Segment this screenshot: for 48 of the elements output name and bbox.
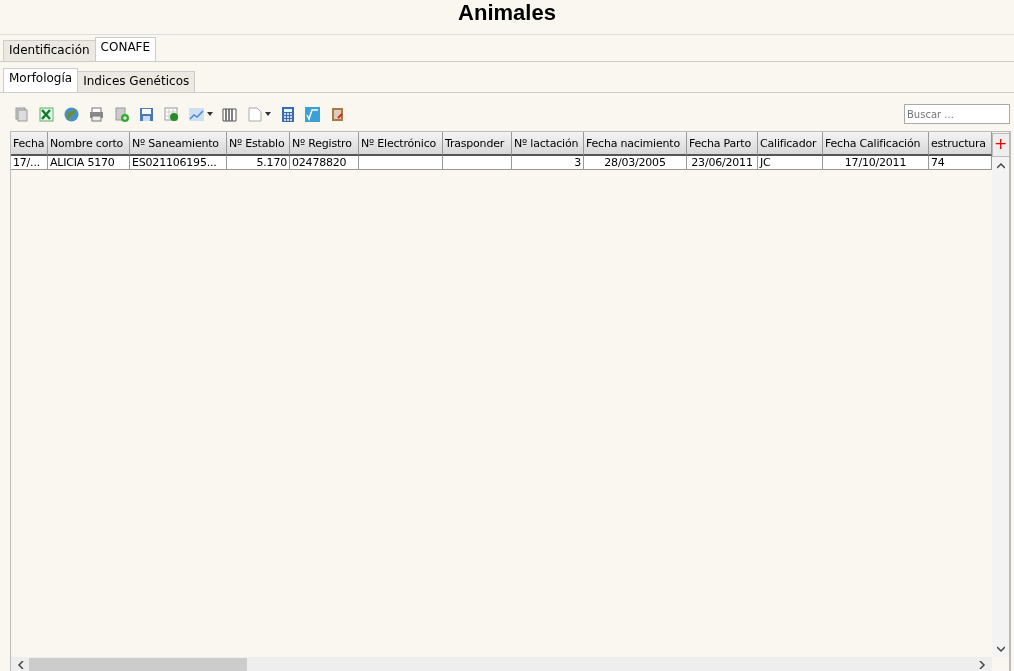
column-header[interactable]: Calificador	[758, 132, 823, 156]
column-header[interactable]: Fecha	[11, 132, 48, 156]
table-cell: 3	[512, 156, 584, 170]
caret-icon[interactable]	[207, 112, 213, 116]
column-header[interactable]: Fecha Parto	[687, 132, 758, 156]
column-header[interactable]: Fecha Calificación	[823, 132, 929, 156]
column-header[interactable]: estructura	[929, 132, 992, 156]
column-header[interactable]: Nº Electrónico	[359, 132, 443, 156]
scroll-left-icon[interactable]	[17, 661, 25, 669]
spreadsheet-icon[interactable]	[38, 105, 55, 123]
table-cell: 23/06/2011	[687, 156, 758, 170]
grid-refresh-icon[interactable]	[163, 105, 180, 123]
calculator-icon[interactable]	[279, 105, 296, 123]
table-cell: 17/...	[11, 156, 48, 170]
tab[interactable]: Morfología	[3, 68, 79, 92]
scroll-up-icon[interactable]	[996, 162, 1005, 170]
table-cell: 5.170	[227, 156, 290, 170]
column-header[interactable]: Nº lactación	[512, 132, 584, 156]
tab[interactable]: CONAFE	[94, 37, 157, 61]
window-title: Animales	[0, 0, 1014, 35]
table-cell: ES021106195...	[130, 156, 227, 170]
column-header[interactable]: Trasponder	[443, 132, 512, 156]
scrollbar-thumb[interactable]	[29, 658, 247, 671]
save-icon[interactable]	[138, 105, 155, 123]
column-header[interactable]: Fecha nacimiento	[584, 132, 687, 156]
tab[interactable]: Indices Genéticos	[77, 71, 196, 92]
export-icon[interactable]	[329, 105, 346, 123]
table-cell: JC	[758, 156, 823, 170]
table-cell: 17/10/2011	[823, 156, 929, 170]
search-field[interactable]: Buscar ...	[904, 104, 1010, 124]
printer-icon[interactable]	[88, 105, 105, 123]
scroll-right-icon[interactable]	[978, 661, 986, 669]
caret-icon[interactable]	[265, 112, 271, 116]
scroll-down-icon[interactable]	[996, 645, 1005, 653]
columns-icon[interactable]	[221, 105, 238, 123]
tab[interactable]: Identificación	[3, 40, 96, 61]
table-cell: 74	[929, 156, 992, 170]
table-cell: 02478820	[290, 156, 359, 170]
column-header[interactable]: Nº Registro	[290, 132, 359, 156]
square-root-icon[interactable]	[304, 105, 321, 123]
table-cell: ALICIA 5170	[48, 156, 130, 170]
column-header[interactable]: Nombre corto	[48, 132, 130, 156]
column-header[interactable]: Nº Establo	[227, 132, 290, 156]
document-add-icon[interactable]	[113, 105, 130, 123]
globe-icon[interactable]	[63, 105, 80, 123]
table-cell	[443, 156, 512, 170]
column-header[interactable]: Nº Saneamiento	[130, 132, 227, 156]
table-cell: 28/03/2005	[584, 156, 687, 170]
